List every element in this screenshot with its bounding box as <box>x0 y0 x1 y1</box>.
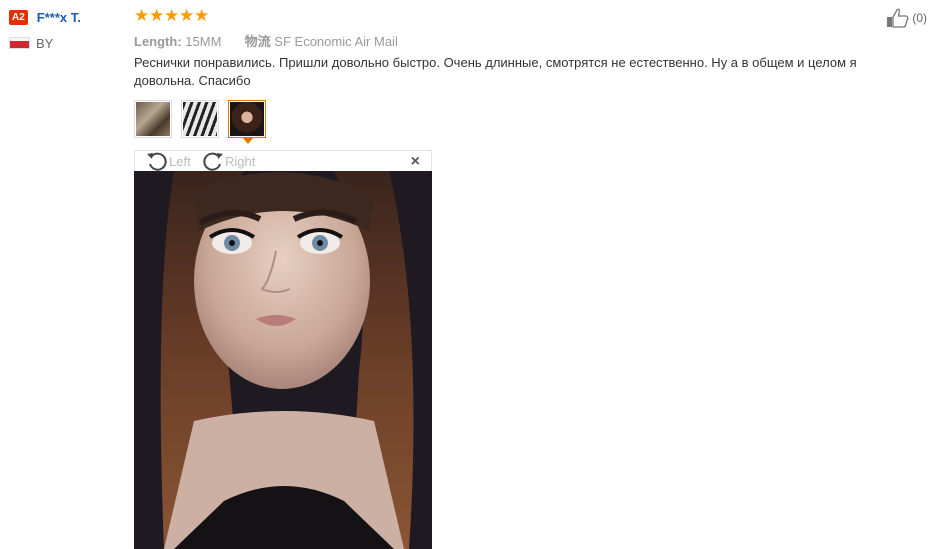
image-viewer-toolbar: Left Right × <box>134 150 432 171</box>
reviewer-country: BY <box>9 35 119 51</box>
rotate-right-button[interactable]: Right <box>202 151 255 171</box>
thumbs-up-icon[interactable] <box>886 8 910 28</box>
attr-length-value: 15MM <box>185 34 222 49</box>
active-caret-icon <box>243 138 253 144</box>
rotate-right-label: Right <box>225 153 256 169</box>
attr-shipping-key: 物流 <box>244 34 271 49</box>
thumbnail-selfie[interactable] <box>228 100 266 144</box>
attr-length-key: Length: <box>134 34 182 49</box>
country-code: BY <box>36 35 54 51</box>
star-icon: ★ <box>164 6 180 25</box>
attr-shipping-value: SF Economic Air Mail <box>274 34 398 49</box>
star-icon: ★ <box>149 6 165 25</box>
belarus-flag-icon <box>9 37 30 49</box>
reviewer-info: A2 F***x T. BY <box>9 8 119 51</box>
star-icon: ★ <box>179 6 195 25</box>
reviewer-name[interactable]: F***x T. <box>37 10 81 25</box>
review-text: Реснички понравились. Пришли довольно бы… <box>134 55 857 88</box>
star-icon: ★ <box>134 6 150 25</box>
helpful-button[interactable]: (0) <box>886 8 927 28</box>
reviewer-row: A2 F***x T. <box>9 8 119 26</box>
star-icon: ★ <box>194 6 210 25</box>
rotate-left-button[interactable]: Left <box>146 151 191 171</box>
selfie-photo <box>134 171 432 549</box>
rotate-left-label: Left <box>169 153 191 169</box>
close-viewer-button[interactable]: × <box>411 153 420 171</box>
review-thumbnails <box>134 100 275 144</box>
rating-stars: ★ ★ ★ ★ ★ <box>134 7 209 25</box>
buyer-level-badge: A2 <box>9 9 28 25</box>
rotate-right-icon <box>202 151 224 171</box>
thumbnail-lashes-tray[interactable] <box>181 100 219 138</box>
rotate-left-icon <box>146 151 168 171</box>
order-attributes: Length: 15MM 物流 SF Economic Air Mail <box>134 31 398 50</box>
thumbnail-lashes-box[interactable] <box>134 100 172 138</box>
helpful-count: (0) <box>912 11 927 25</box>
